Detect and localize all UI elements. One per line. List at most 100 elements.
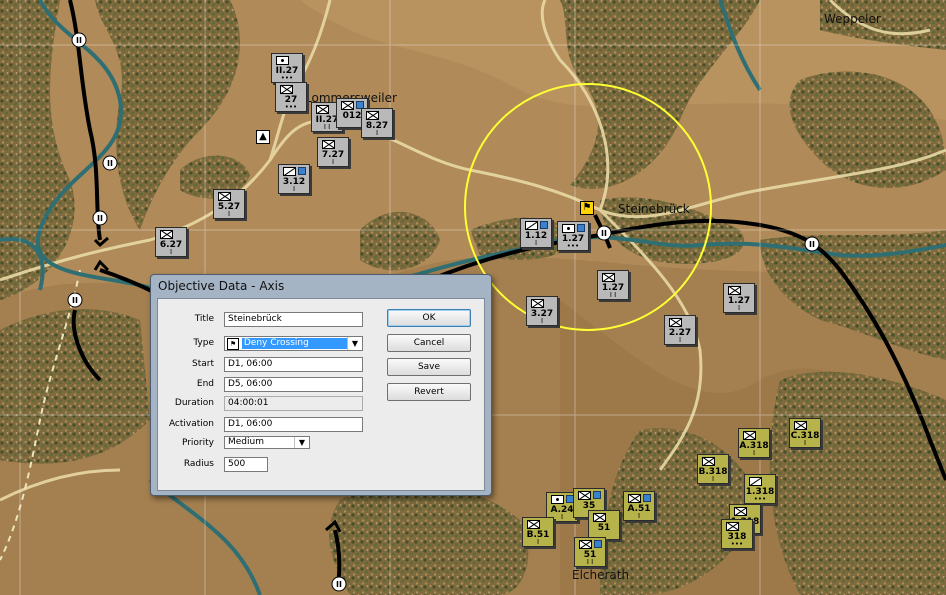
unit-size: I — [375, 129, 379, 137]
unit-counter[interactable]: 51 — [588, 510, 620, 540]
start-label: Start — [192, 359, 214, 369]
status-square-icon — [593, 491, 601, 499]
bridge-icon[interactable]: II — [92, 210, 108, 226]
infantry-icon — [527, 520, 540, 529]
infantry-icon — [366, 111, 379, 120]
activation-input[interactable]: D1, 06:00 — [224, 417, 363, 432]
infantry-icon — [322, 140, 335, 149]
unit-counter[interactable]: 2.27 I — [664, 315, 696, 345]
dropdown-arrow-icon[interactable]: ▼ — [294, 437, 309, 448]
ok-button[interactable]: OK — [387, 309, 471, 327]
activation-label: Activation — [168, 419, 214, 429]
bridge-label: II — [809, 240, 815, 249]
unit-size: I — [331, 158, 335, 166]
unit-counter[interactable]: A.51 I — [623, 491, 655, 521]
unit-size: I — [637, 512, 641, 520]
unit-size: ••• — [730, 540, 744, 548]
save-button[interactable]: Save — [387, 358, 471, 376]
unit-counter[interactable]: B.51 I — [522, 517, 554, 547]
revert-button[interactable]: Revert — [387, 383, 471, 401]
unit-counter[interactable]: 27 ••• — [275, 82, 307, 112]
unit-size: I — [292, 185, 296, 193]
unit-size: I — [540, 317, 544, 325]
bridge-label: II — [76, 36, 82, 45]
status-square-icon — [577, 224, 585, 232]
unit-counter[interactable]: 1.27 ••• — [557, 221, 589, 251]
bridge-icon[interactable]: II — [67, 292, 83, 308]
unit-counter[interactable]: B.318 I — [697, 454, 729, 484]
bridge-icon[interactable]: II — [596, 225, 612, 241]
unit-size: I — [711, 475, 715, 483]
infantry-icon — [593, 513, 606, 522]
unit-size: I — [678, 336, 682, 344]
infantry-icon — [669, 318, 682, 327]
title-input[interactable]: Steinebrück — [224, 312, 363, 327]
unit-counter[interactable]: II.27 ••• — [271, 53, 303, 83]
unit-size: I I — [586, 558, 594, 566]
unit-size: ••• — [753, 495, 767, 503]
radius-input[interactable]: 500 — [224, 457, 268, 472]
unit-counter[interactable]: 3.27 I — [526, 296, 558, 326]
unit-size: I — [803, 439, 807, 447]
dialog-body: Title Steinebrück Type ⚑ Deny Crossing ▼… — [157, 298, 485, 491]
unit-counter[interactable]: 1.27 I — [723, 283, 755, 313]
cover-icon[interactable]: ▲ — [256, 130, 270, 144]
status-square-icon — [298, 167, 306, 175]
unit-counter[interactable]: A.318 I — [738, 428, 770, 458]
recon-icon — [749, 477, 762, 486]
unit-counter[interactable]: 8.27 I — [361, 108, 393, 138]
bridge-label: II — [97, 214, 103, 223]
start-input[interactable]: D1, 06:00 — [224, 357, 363, 372]
infantry-icon — [578, 491, 591, 500]
infantry-icon — [743, 431, 756, 440]
status-square-icon — [540, 221, 548, 229]
unit-size: I — [737, 304, 741, 312]
objective-flag-icon[interactable]: ⚑ — [580, 201, 594, 215]
end-label: End — [196, 379, 214, 389]
bridge-icon[interactable]: II — [804, 236, 820, 252]
objective-type-icon: ⚑ — [227, 338, 239, 350]
unit-counter[interactable]: 6.27 I — [155, 227, 187, 257]
unit-counter[interactable]: 3.12 I — [278, 164, 310, 194]
unit-counter[interactable]: 1.318••• — [744, 474, 776, 504]
infantry-icon — [218, 192, 231, 201]
unit-counter[interactable]: 5.27 I — [213, 189, 245, 219]
infantry-icon — [628, 494, 641, 503]
type-select[interactable]: ⚑ Deny Crossing ▼ — [224, 336, 363, 351]
unit-size: I I — [609, 291, 617, 299]
recon-icon — [525, 221, 538, 230]
infantry-icon — [726, 522, 739, 531]
type-selected-value: Deny Crossing — [241, 338, 352, 349]
end-input[interactable]: D5, 06:00 — [224, 377, 363, 392]
unit-counter[interactable]: C.318 I — [789, 418, 821, 448]
unit-counter[interactable]: 51 I I — [574, 537, 606, 567]
title-label: Title — [194, 314, 214, 324]
unit-counter[interactable]: 318 ••• — [721, 519, 753, 549]
dialog-title: Objective Data - Axis — [158, 279, 285, 293]
place-name-steinebruck: Steinebrück — [618, 202, 690, 216]
status-square-icon — [643, 494, 651, 502]
unit-size: ••• — [284, 103, 298, 111]
unit-counter[interactable]: 1.12 I — [520, 218, 552, 248]
unit-size: I — [752, 449, 756, 457]
infantry-icon — [531, 299, 544, 308]
recon-icon — [283, 167, 296, 176]
bridge-label: II — [72, 296, 78, 305]
bridge-icon[interactable]: II — [102, 155, 118, 171]
objective-data-dialog: Objective Data - Axis Title Steinebrück … — [150, 274, 492, 496]
cancel-button[interactable]: Cancel — [387, 334, 471, 352]
dropdown-arrow-icon[interactable]: ▼ — [347, 337, 362, 350]
bridge-icon[interactable]: II — [331, 576, 347, 592]
dialog-titlebar[interactable]: Objective Data - Axis — [151, 275, 491, 297]
unit-size: I — [169, 248, 173, 256]
infantry-icon — [280, 85, 293, 94]
unit-counter[interactable]: 1.27 I I — [597, 270, 629, 300]
unit-size: I — [536, 538, 540, 546]
status-square-icon — [594, 540, 602, 548]
unit-size: ••• — [280, 74, 294, 82]
bridge-icon[interactable]: II — [71, 32, 87, 48]
priority-select[interactable]: Medium ▼ — [224, 436, 310, 449]
bridge-label: II — [336, 580, 342, 589]
unit-size: I — [534, 239, 538, 247]
unit-counter[interactable]: 7.27 I — [317, 137, 349, 167]
